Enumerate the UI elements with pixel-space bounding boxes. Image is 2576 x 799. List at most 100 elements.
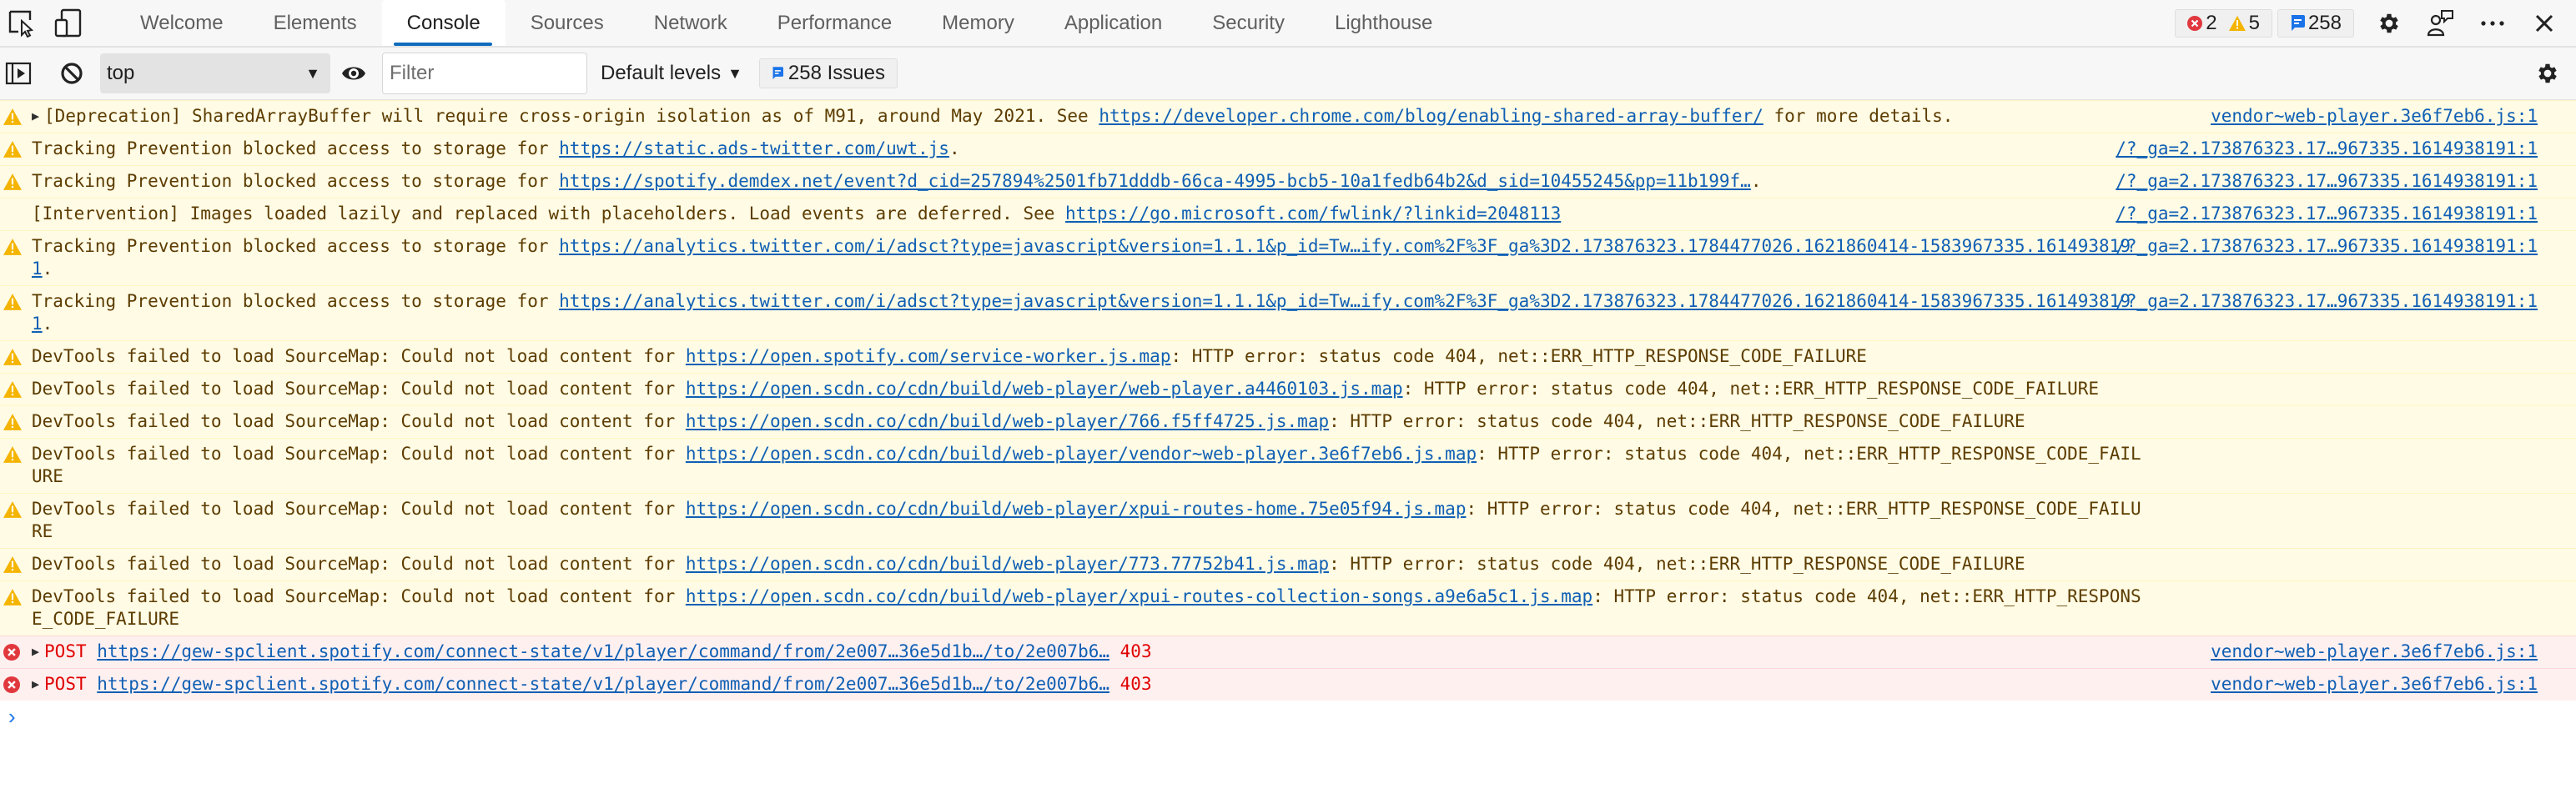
message-link[interactable]: https://open.scdn.co/cdn/build/web-playe…	[686, 444, 1477, 464]
feedback-button[interactable]	[2424, 7, 2458, 40]
message-fragment: [Deprecation] SharedArrayBuffer will req…	[44, 106, 1099, 126]
message-fragment: Tracking Prevention blocked access to st…	[32, 236, 560, 256]
message-link[interactable]: https://spotify.demdex.net/event?d_cid=2…	[559, 171, 1751, 191]
expand-triangle-icon[interactable]: ▶	[32, 641, 39, 663]
issues-counter[interactable]: 258	[2277, 8, 2354, 38]
source-location-link[interactable]: /?_ga=2.173876323.17…967335.1614938191:1	[2116, 170, 2538, 193]
message-link[interactable]: https://gew-spclient.spotify.com/connect…	[97, 674, 1109, 694]
source-location-link[interactable]: vendor~web-player.3e6f7eb6.js:1	[2211, 641, 2538, 663]
console-messages: ▶ [Deprecation] SharedArrayBuffer will re…	[0, 100, 2576, 701]
message-link[interactable]: https://developer.chrome.com/blog/enabli…	[1099, 106, 1763, 126]
tab-performance[interactable]: Performance	[752, 0, 917, 46]
warning-icon	[3, 446, 23, 466]
console-info-message: [Intervention] Images loaded lazily and …	[0, 198, 2576, 230]
tab-application[interactable]: Application	[1039, 0, 1187, 46]
console-warning-message: DevTools failed to load SourceMap: Could…	[0, 580, 2576, 636]
message-fragment: Tracking Prevention blocked access to st…	[32, 138, 560, 158]
warning-icon	[3, 381, 23, 401]
console-warning-message: Tracking Prevention blocked access to st…	[0, 230, 2576, 285]
console-warning-message: DevTools failed to load SourceMap: Could…	[0, 405, 2576, 438]
message-link[interactable]: https://open.spotify.com/service-worker.…	[686, 346, 1171, 366]
device-emulation-button[interactable]	[52, 7, 85, 40]
settings-icon	[2538, 63, 2557, 83]
tab-memory[interactable]: Memory	[917, 0, 1039, 46]
tab-bar-actions: 2 5 258	[2175, 0, 2561, 46]
message-link[interactable]: https://gew-spclient.spotify.com/connect…	[97, 641, 1109, 661]
clear-icon	[61, 63, 83, 84]
message-fragment: DevTools failed to load SourceMap: Could…	[32, 554, 686, 574]
warning-icon	[3, 294, 23, 314]
close-icon	[2535, 14, 2553, 32]
issues-button[interactable]: 258 Issues	[758, 58, 898, 88]
warning-icon	[3, 501, 23, 521]
message-link[interactable]: https://open.scdn.co/cdn/build/web-playe…	[686, 411, 1329, 431]
message-link[interactable]: https://open.scdn.co/cdn/build/web-playe…	[686, 379, 1403, 399]
message-fragment: Tracking Prevention blocked access to st…	[32, 171, 560, 191]
console-settings-button[interactable]	[2531, 57, 2564, 90]
message-text: DevTools failed to load SourceMap: Could…	[32, 553, 2576, 575]
message-fragment: DevTools failed to load SourceMap: Could…	[32, 379, 686, 399]
console-warning-message: DevTools failed to load SourceMap: Could…	[0, 340, 2576, 373]
message-link[interactable]: https://go.microsoft.com/fwlink/?linkid=…	[1065, 204, 1561, 224]
filter-input[interactable]	[382, 53, 587, 94]
inspect-element-button[interactable]	[5, 7, 38, 40]
more-options-button[interactable]	[2476, 7, 2509, 40]
console-warning-message: Tracking Prevention blocked access to st…	[0, 165, 2576, 198]
warning-icon	[2228, 15, 2246, 31]
source-location-link[interactable]: vendor~web-player.3e6f7eb6.js:1	[2211, 105, 2538, 128]
tab-welcome[interactable]: Welcome	[115, 0, 249, 46]
message-fragment: .	[1750, 171, 1762, 191]
tab-console[interactable]: Console	[381, 0, 506, 46]
tab-lighthouse[interactable]: Lighthouse	[1310, 0, 1457, 46]
console-prompt[interactable]: ›	[0, 701, 2576, 732]
console-warning-message: DevTools failed to load SourceMap: Could…	[0, 373, 2576, 405]
expand-triangle-icon[interactable]: ▶	[32, 105, 39, 128]
tab-network[interactable]: Network	[629, 0, 752, 46]
status-code: 403	[1119, 674, 1152, 694]
live-expression-button[interactable]	[337, 57, 370, 90]
error-icon	[3, 676, 23, 696]
console-warning-message: ▶ [Deprecation] SharedArrayBuffer will re…	[0, 100, 2576, 133]
log-levels-dropdown[interactable]: Default levels ▼	[601, 62, 742, 85]
warning-icon	[3, 141, 23, 161]
settings-button[interactable]	[2372, 7, 2406, 40]
message-text: ▶ POST https://gew-spclient.spotify.com/c…	[32, 673, 2576, 696]
errors-warnings-counter[interactable]: 2 5	[2175, 8, 2272, 38]
message-text: DevTools failed to load SourceMap: Could…	[32, 410, 2576, 433]
source-location-link[interactable]: /?_ga=2.173876323.17…967335.1614938191:1	[2116, 203, 2538, 225]
warning-icon	[3, 349, 23, 369]
clear-console-button[interactable]	[55, 57, 88, 90]
source-location-link[interactable]: /?_ga=2.173876323.17…967335.1614938191:1	[2116, 235, 2538, 258]
device-emulation-icon	[54, 8, 82, 37]
source-location-link[interactable]: vendor~web-player.3e6f7eb6.js:1	[2211, 673, 2538, 696]
inspect-element-icon	[8, 10, 34, 38]
panel-tabs: Welcome Elements Console Sources Network…	[115, 0, 1457, 46]
message-text: DevTools failed to load SourceMap: Could…	[32, 443, 2576, 488]
context-selector[interactable]: top ▼	[100, 53, 330, 93]
message-fragment: DevTools failed to load SourceMap: Could…	[32, 411, 686, 431]
toggle-sidebar-button[interactable]	[2, 57, 35, 90]
message-link[interactable]: https://static.ads-twitter.com/uwt.js	[559, 138, 949, 158]
expand-triangle-icon[interactable]: ▶	[32, 673, 39, 696]
message-fragment: DevTools failed to load SourceMap: Could…	[32, 346, 686, 366]
warning-icon	[3, 556, 23, 576]
message-link[interactable]: https://open.scdn.co/cdn/build/web-playe…	[686, 554, 1329, 574]
sidebar-toggle-icon	[5, 62, 32, 85]
message-link[interactable]: https://open.scdn.co/cdn/build/web-playe…	[686, 499, 1467, 519]
tab-security[interactable]: Security	[1187, 0, 1310, 46]
warning-icon	[3, 108, 23, 128]
console-error-message: ▶ POST https://gew-spclient.spotify.com/c…	[0, 636, 2576, 668]
tab-sources[interactable]: Sources	[506, 0, 629, 46]
error-icon	[3, 644, 23, 664]
chevron-down-icon: ▼	[727, 64, 742, 82]
source-location-link[interactable]: /?_ga=2.173876323.17…967335.1614938191:1	[2116, 290, 2538, 313]
close-devtools-button[interactable]	[2528, 7, 2561, 40]
warning-icon	[3, 589, 23, 609]
message-fragment: DevTools failed to load SourceMap: Could…	[32, 499, 686, 519]
tab-elements[interactable]: Elements	[249, 0, 382, 46]
message-link[interactable]: https://open.scdn.co/cdn/build/web-playe…	[686, 586, 1592, 606]
source-location-link[interactable]: /?_ga=2.173876323.17…967335.1614938191:1	[2116, 138, 2538, 160]
message-fragment: : HTTP error: status code 404, net::ERR_…	[1329, 411, 2025, 431]
message-text: ▶ POST https://gew-spclient.spotify.com/c…	[32, 641, 2576, 663]
error-icon	[2187, 15, 2203, 31]
